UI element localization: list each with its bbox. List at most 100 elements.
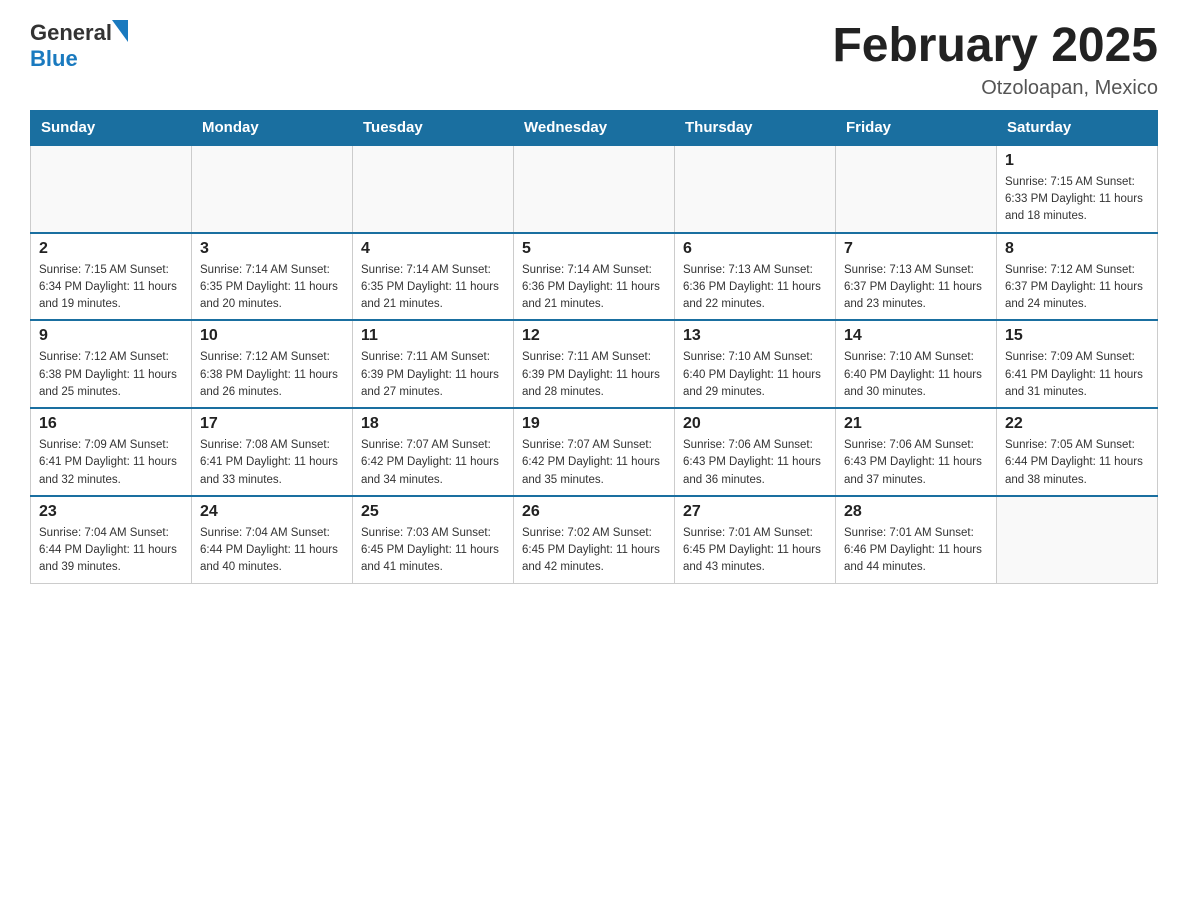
day-info: Sunrise: 7:07 AM Sunset: 6:42 PM Dayligh… — [361, 437, 505, 489]
calendar-header-row: SundayMondayTuesdayWednesdayThursdayFrid… — [31, 110, 1158, 145]
calendar-cell: 23 Sunrise: 7:04 AM Sunset: 6:44 PM Dayli… — [31, 496, 192, 583]
day-info: Sunrise: 7:04 AM Sunset: 6:44 PM Dayligh… — [39, 525, 183, 577]
logo: General Blue — [30, 20, 128, 72]
day-info: Sunrise: 7:06 AM Sunset: 6:43 PM Dayligh… — [683, 437, 827, 489]
calendar-cell: 14 Sunrise: 7:10 AM Sunset: 6:40 PM Dayli… — [836, 320, 997, 408]
calendar-header-thursday: Thursday — [675, 110, 836, 145]
day-info: Sunrise: 7:15 AM Sunset: 6:33 PM Dayligh… — [1005, 174, 1149, 226]
calendar-header-saturday: Saturday — [997, 110, 1158, 145]
calendar-header-tuesday: Tuesday — [353, 110, 514, 145]
calendar-cell: 2Sunrise: 7:15 AM Sunset: 6:34 PM Daylig… — [31, 233, 192, 321]
month-title: February 2025 — [832, 20, 1158, 73]
calendar-cell — [353, 145, 514, 233]
day-info: Sunrise: 7:07 AM Sunset: 6:42 PM Dayligh… — [522, 437, 666, 489]
day-number: 27 — [683, 503, 827, 521]
day-number: 25 — [361, 503, 505, 521]
calendar-cell — [31, 145, 192, 233]
day-info: Sunrise: 7:13 AM Sunset: 6:36 PM Dayligh… — [683, 262, 827, 314]
calendar-cell: 18 Sunrise: 7:07 AM Sunset: 6:42 PM Dayli… — [353, 408, 514, 496]
day-number: 26 — [522, 503, 666, 521]
calendar-cell — [514, 145, 675, 233]
day-info: Sunrise: 7:03 AM Sunset: 6:45 PM Dayligh… — [361, 525, 505, 577]
calendar-cell: 27 Sunrise: 7:01 AM Sunset: 6:45 PM Dayli… — [675, 496, 836, 583]
week-row-4: 23 Sunrise: 7:04 AM Sunset: 6:44 PM Dayli… — [31, 496, 1158, 583]
day-info: Sunrise: 7:11 AM Sunset: 6:39 PM Dayligh… — [361, 349, 505, 401]
day-number: 14 — [844, 327, 988, 345]
calendar-cell: 22 Sunrise: 7:05 AM Sunset: 6:44 PM Dayli… — [997, 408, 1158, 496]
calendar-cell: 8 Sunrise: 7:12 AM Sunset: 6:37 PM Daylig… — [997, 233, 1158, 321]
day-info: Sunrise: 7:10 AM Sunset: 6:40 PM Dayligh… — [683, 349, 827, 401]
calendar-cell: 19 Sunrise: 7:07 AM Sunset: 6:42 PM Dayli… — [514, 408, 675, 496]
calendar-cell: 20 Sunrise: 7:06 AM Sunset: 6:43 PM Dayli… — [675, 408, 836, 496]
day-number: 5 — [522, 240, 666, 258]
day-info: Sunrise: 7:14 AM Sunset: 6:36 PM Dayligh… — [522, 262, 666, 314]
calendar-cell: 5 Sunrise: 7:14 AM Sunset: 6:36 PM Daylig… — [514, 233, 675, 321]
day-number: 11 — [361, 327, 505, 345]
day-number: 4 — [361, 240, 505, 258]
day-number: 28 — [844, 503, 988, 521]
calendar-cell: 3Sunrise: 7:14 AM Sunset: 6:35 PM Daylig… — [192, 233, 353, 321]
calendar-cell — [836, 145, 997, 233]
logo-blue: Blue — [30, 46, 78, 71]
location: Otzoloapan, Mexico — [832, 77, 1158, 100]
logo-general: General — [30, 20, 112, 46]
day-info: Sunrise: 7:12 AM Sunset: 6:37 PM Dayligh… — [1005, 262, 1149, 314]
calendar-cell: 26Sunrise: 7:02 AM Sunset: 6:45 PM Dayli… — [514, 496, 675, 583]
week-row-1: 2Sunrise: 7:15 AM Sunset: 6:34 PM Daylig… — [31, 233, 1158, 321]
week-row-0: 1Sunrise: 7:15 AM Sunset: 6:33 PM Daylig… — [31, 145, 1158, 233]
calendar-cell: 11 Sunrise: 7:11 AM Sunset: 6:39 PM Dayli… — [353, 320, 514, 408]
day-number: 10 — [200, 327, 344, 345]
page-header: General Blue February 2025 Otzoloapan, M… — [30, 20, 1158, 100]
calendar-cell: 21Sunrise: 7:06 AM Sunset: 6:43 PM Dayli… — [836, 408, 997, 496]
calendar-table: SundayMondayTuesdayWednesdayThursdayFrid… — [30, 110, 1158, 584]
day-number: 13 — [683, 327, 827, 345]
calendar-header-wednesday: Wednesday — [514, 110, 675, 145]
day-number: 23 — [39, 503, 183, 521]
day-number: 2 — [39, 240, 183, 258]
day-number: 18 — [361, 415, 505, 433]
calendar-cell: 7 Sunrise: 7:13 AM Sunset: 6:37 PM Daylig… — [836, 233, 997, 321]
day-info: Sunrise: 7:08 AM Sunset: 6:41 PM Dayligh… — [200, 437, 344, 489]
day-info: Sunrise: 7:11 AM Sunset: 6:39 PM Dayligh… — [522, 349, 666, 401]
week-row-3: 16Sunrise: 7:09 AM Sunset: 6:41 PM Dayli… — [31, 408, 1158, 496]
day-number: 15 — [1005, 327, 1149, 345]
calendar-cell: 12 Sunrise: 7:11 AM Sunset: 6:39 PM Dayli… — [514, 320, 675, 408]
day-info: Sunrise: 7:13 AM Sunset: 6:37 PM Dayligh… — [844, 262, 988, 314]
calendar-cell — [675, 145, 836, 233]
day-number: 12 — [522, 327, 666, 345]
calendar-cell — [192, 145, 353, 233]
day-info: Sunrise: 7:09 AM Sunset: 6:41 PM Dayligh… — [1005, 349, 1149, 401]
day-info: Sunrise: 7:06 AM Sunset: 6:43 PM Dayligh… — [844, 437, 988, 489]
calendar-cell — [997, 496, 1158, 583]
day-number: 20 — [683, 415, 827, 433]
calendar-cell: 6Sunrise: 7:13 AM Sunset: 6:36 PM Daylig… — [675, 233, 836, 321]
calendar-header-monday: Monday — [192, 110, 353, 145]
day-number: 9 — [39, 327, 183, 345]
calendar-cell: 1Sunrise: 7:15 AM Sunset: 6:33 PM Daylig… — [997, 145, 1158, 233]
day-info: Sunrise: 7:05 AM Sunset: 6:44 PM Dayligh… — [1005, 437, 1149, 489]
calendar-cell: 13 Sunrise: 7:10 AM Sunset: 6:40 PM Dayli… — [675, 320, 836, 408]
calendar-header-friday: Friday — [836, 110, 997, 145]
day-info: Sunrise: 7:01 AM Sunset: 6:45 PM Dayligh… — [683, 525, 827, 577]
day-number: 22 — [1005, 415, 1149, 433]
day-info: Sunrise: 7:12 AM Sunset: 6:38 PM Dayligh… — [39, 349, 183, 401]
day-info: Sunrise: 7:01 AM Sunset: 6:46 PM Dayligh… — [844, 525, 988, 577]
day-info: Sunrise: 7:10 AM Sunset: 6:40 PM Dayligh… — [844, 349, 988, 401]
title-area: February 2025 Otzoloapan, Mexico — [832, 20, 1158, 100]
day-number: 17 — [200, 415, 344, 433]
week-row-2: 9 Sunrise: 7:12 AM Sunset: 6:38 PM Daylig… — [31, 320, 1158, 408]
calendar-cell: 10 Sunrise: 7:12 AM Sunset: 6:38 PM Dayli… — [192, 320, 353, 408]
logo-triangle-icon — [112, 20, 128, 42]
day-info: Sunrise: 7:14 AM Sunset: 6:35 PM Dayligh… — [361, 262, 505, 314]
calendar-cell: 9 Sunrise: 7:12 AM Sunset: 6:38 PM Daylig… — [31, 320, 192, 408]
calendar-cell: 28 Sunrise: 7:01 AM Sunset: 6:46 PM Dayli… — [836, 496, 997, 583]
day-number: 19 — [522, 415, 666, 433]
day-info: Sunrise: 7:12 AM Sunset: 6:38 PM Dayligh… — [200, 349, 344, 401]
calendar-cell: 16Sunrise: 7:09 AM Sunset: 6:41 PM Dayli… — [31, 408, 192, 496]
calendar-cell: 4 Sunrise: 7:14 AM Sunset: 6:35 PM Daylig… — [353, 233, 514, 321]
day-number: 7 — [844, 240, 988, 258]
calendar-cell: 25 Sunrise: 7:03 AM Sunset: 6:45 PM Dayli… — [353, 496, 514, 583]
day-number: 8 — [1005, 240, 1149, 258]
calendar-cell: 15 Sunrise: 7:09 AM Sunset: 6:41 PM Dayli… — [997, 320, 1158, 408]
day-number: 24 — [200, 503, 344, 521]
